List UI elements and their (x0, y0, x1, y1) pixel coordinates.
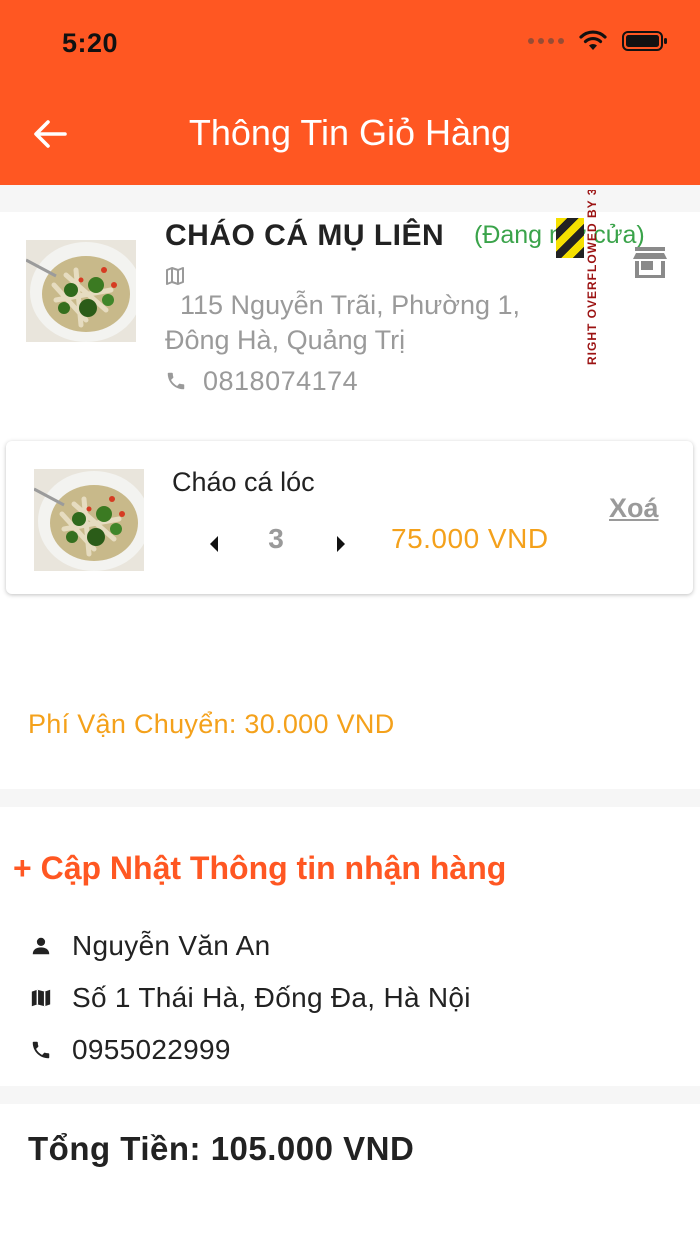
phone-icon (32, 1041, 50, 1059)
status-icons (528, 30, 668, 52)
recipient-address: Số 1 Thái Hà, Đống Đa, Hà Nội (72, 982, 471, 1013)
map-icon (31, 989, 51, 1007)
overflow-warning-stripe (556, 218, 584, 258)
divider (0, 789, 700, 807)
overflow-warning-text: RIGHT OVERFLOWED BY 3 (585, 190, 599, 365)
item-image (34, 469, 144, 571)
item-name: Cháo cá lóc (172, 467, 315, 497)
recipient-address-row: Số 1 Thái Hà, Đống Đa, Hà Nội (30, 982, 471, 1014)
decrease-quantity-button[interactable] (206, 533, 222, 555)
page-title: Thông Tin Giỏ Hàng (188, 112, 512, 153)
recipient-name: Nguyễn Văn An (72, 930, 271, 961)
shop-address: 115 Nguyễn Trãi, Phường 1, Đông Hà, Quản… (165, 290, 520, 355)
item-price: 75.000 VND (391, 523, 549, 554)
shipping-fee: Phí Vận Chuyển: 30.000 VND (28, 709, 395, 739)
total-amount: Tổng Tiền: 105.000 VND (28, 1130, 415, 1167)
recipient-name-row: Nguyễn Văn An (30, 930, 271, 962)
status-time: 5:20 (62, 28, 119, 58)
delete-item-button[interactable]: Xoá (609, 493, 659, 524)
update-delivery-info-button[interactable]: + Cập Nhật Thông tin nhận hàng (13, 850, 506, 887)
wifi-icon (579, 30, 607, 50)
recipient-phone-row: 0955022999 (30, 1034, 231, 1066)
increase-quantity-button[interactable] (333, 533, 349, 555)
shop-name: CHÁO CÁ MỤ LIÊN (165, 219, 445, 252)
shop-image (26, 240, 136, 342)
divider (0, 1086, 700, 1104)
person-icon (32, 937, 50, 955)
cellular-signal-icon (528, 38, 564, 44)
phone-icon (167, 372, 185, 390)
item-quantity: 3 (268, 523, 284, 554)
map-icon (166, 267, 184, 285)
app-bar: 5:20 Thông Tin Giỏ Hàng (0, 0, 700, 185)
recipient-phone: 0955022999 (72, 1034, 231, 1065)
cart-item-card: Cháo cá lóc 3 75.000 VND Xoá (6, 441, 693, 594)
shop-phone: 0818074174 (203, 366, 359, 396)
battery-icon (622, 31, 667, 51)
store-icon[interactable] (632, 245, 668, 279)
